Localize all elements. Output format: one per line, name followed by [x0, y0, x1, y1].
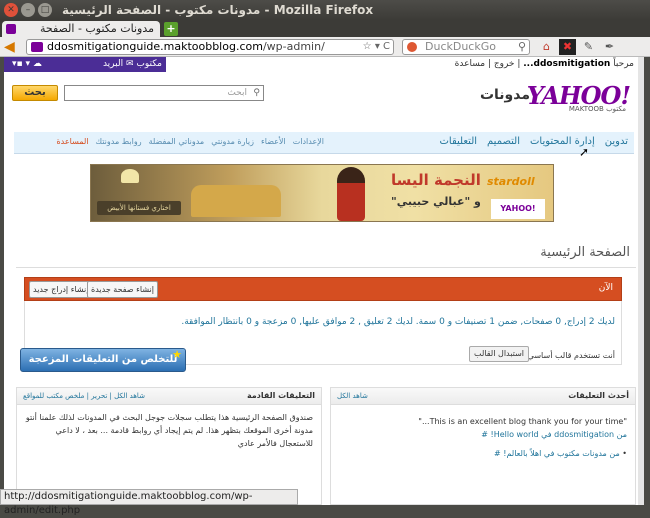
- user-links: مرحباً ddosmitigation... | خروج | مساعدة: [454, 59, 634, 69]
- yahoo-maktoob-logo[interactable]: YAHOO! MAKTOOB مكتوب مدونات: [470, 81, 631, 113]
- page-scrollbar[interactable]: [638, 57, 644, 505]
- incoming-links-panel: التعليقات القادمة شاهد الكل | تحرير | مل…: [16, 387, 322, 505]
- new-post-button[interactable]: إنشاء إدراج جديد: [29, 281, 93, 298]
- tab-bar: مدونات مكتوب - الصفحة الرئيسية +: [0, 20, 650, 51]
- recent-comments-panel: أحدث التعليقات شاهد الكل "This is an exc…: [330, 387, 636, 505]
- now-label: الآن: [598, 283, 613, 293]
- mail-link[interactable]: البريد: [103, 59, 123, 69]
- now-bar: الآن إنشاء إدراج جديد إنشاء صفحة جديدة: [24, 277, 622, 301]
- blogs-logo-text: مدونات: [479, 87, 530, 103]
- pen-icon[interactable]: ✒: [601, 39, 618, 55]
- menu-help[interactable]: المساعدة: [56, 137, 88, 146]
- banner-yahoo-badge: YAHOO! مكتوب: [491, 199, 545, 219]
- magnifier-icon: ⚲: [253, 88, 260, 98]
- url-path: /wp-admin/: [262, 40, 325, 53]
- sofa-graphic: [191, 185, 281, 217]
- stats-summary[interactable]: لديك 2 إدراج, 0 صفحات, ضمن 1 تصنيفات و 0…: [181, 317, 615, 327]
- secondary-menu: الإعدادات الأعضاء زيارة مدونتي مدوناتي ا…: [14, 137, 324, 146]
- main-menu: تدوين إدارة المحتويات التصميم التعليقات: [440, 136, 629, 147]
- search-engine-bar[interactable]: DuckDuckGo ⚲: [402, 39, 530, 55]
- close-window-button[interactable]: ✕: [4, 3, 18, 17]
- menu-comments[interactable]: التعليقات: [440, 136, 478, 147]
- url-bar[interactable]: ddosmitigationguide.maktoobblog.com/wp-a…: [26, 39, 394, 55]
- divider: [16, 267, 636, 268]
- panel-header: أحدث التعليقات شاهد الكل: [331, 388, 635, 405]
- url-tools-icon[interactable]: ☆ ▾ C: [363, 40, 390, 54]
- tools-icon[interactable]: ✎: [580, 39, 597, 55]
- status-bar: http://ddosmitigationguide.maktoobblog.c…: [0, 489, 298, 516]
- promo-label: للتخلص من التعليقات المزعجة انقرهنا: [28, 354, 178, 387]
- yahoo-brand[interactable]: مكتوب: [136, 59, 162, 69]
- menu-blog-links[interactable]: روابط مدونتك: [96, 137, 142, 146]
- minimize-window-button[interactable]: –: [21, 3, 35, 17]
- see-all-link[interactable]: شاهد الكل: [337, 392, 368, 400]
- panel-header: التعليقات القادمة شاهد الكل | تحرير | مل…: [17, 388, 321, 405]
- greeting: مرحباً: [613, 59, 634, 69]
- search-placeholder: ابحث: [227, 88, 247, 98]
- window-controls: ✕ – □: [4, 3, 52, 17]
- help-link[interactable]: مساعدة: [455, 59, 485, 69]
- menu-design[interactable]: التصميم: [487, 136, 520, 147]
- panel-links[interactable]: شاهد الكل | تحرير | ملخص مكتب للمواقع: [23, 392, 145, 400]
- stardoll-logo: stardoll: [487, 175, 535, 188]
- weather-icon: ☁ ▾ ▪▾: [12, 59, 42, 69]
- anti-spam-promo-button[interactable]: ★ للتخلص من التعليقات المزعجة انقرهنا: [20, 348, 186, 387]
- comment-item[interactable]: • من مدونات مكتوب في اهلاً بالعالم! #: [339, 447, 627, 460]
- addon-icon[interactable]: ✖: [559, 39, 576, 55]
- navigation-toolbar: ◀ ddosmitigationguide.maktoobblog.com/wp…: [0, 37, 650, 57]
- comment-meta[interactable]: من ddosmitigation في Hello world! #: [339, 428, 627, 441]
- new-tab-button[interactable]: +: [164, 22, 178, 36]
- menu-settings[interactable]: الإعدادات: [293, 137, 324, 146]
- panel-title: أحدث التعليقات: [568, 391, 629, 400]
- window-title: مدونات مكتوب - الصفحة الرئيسية - Mozilla…: [62, 3, 374, 17]
- maximize-window-button[interactable]: □: [38, 3, 52, 17]
- page-title: الصفحة الرئيسية: [540, 245, 630, 260]
- duckduckgo-icon: [407, 42, 417, 52]
- panel-title: التعليقات القادمة: [246, 391, 315, 400]
- model-graphic: [337, 167, 365, 221]
- banner-choose-dress[interactable]: اختاري فستانها الأبيض: [97, 201, 181, 215]
- yahoo-favicon-icon: [6, 24, 16, 34]
- yahoo-top-bar: مكتوب ✉ البريد ☁ ▾ ▪▾: [4, 57, 166, 72]
- menu-favorite-blogs[interactable]: مدوناتي المفضلة: [149, 137, 205, 146]
- search-icon[interactable]: ⚲: [518, 40, 526, 54]
- page-content: مكتوب ✉ البريد ☁ ▾ ▪▾ مرحباً ddosmitigat…: [4, 57, 644, 505]
- panel-body: صندوق الصفحة الرئيسية هذا يتطلب سجلات جو…: [25, 413, 313, 448]
- menu-users[interactable]: الأعضاء: [261, 137, 286, 146]
- mouse-cursor-icon: ➚: [579, 145, 590, 159]
- search-engine-placeholder: DuckDuckGo: [425, 40, 496, 53]
- comment-quote: "This is an excellent blog thank you for…: [418, 417, 627, 426]
- toolbar-icons: ⌂ ✖ ✎ ✒: [538, 39, 618, 55]
- panel-body: "This is an excellent blog thank you for…: [331, 405, 635, 466]
- site-identity-icon: [31, 42, 43, 52]
- maktoob-logo-text: MAKTOOB مكتوب: [568, 105, 626, 113]
- back-arrow-icon[interactable]: ◀: [4, 39, 15, 55]
- banner-star-line: النجمة اليسا: [391, 171, 481, 189]
- banner-song: و "عبالي حبيبي": [391, 195, 481, 208]
- menu-visit-blog[interactable]: زيارة مدونتي: [211, 137, 254, 146]
- ad-banner[interactable]: اختاري فستانها الأبيض النجمة اليسا و "عب…: [90, 164, 554, 222]
- search-input[interactable]: ابحث ⚲: [64, 85, 264, 101]
- url-domain: ddosmitigationguide.maktoobblog.com: [47, 40, 263, 53]
- tab-active[interactable]: مدونات مكتوب - الصفحة الرئيسية: [2, 21, 160, 51]
- menu-post[interactable]: تدوين: [605, 136, 628, 147]
- home-icon[interactable]: ⌂: [538, 39, 555, 55]
- search-button[interactable]: بحث: [12, 85, 58, 101]
- logout-link[interactable]: خروج: [494, 59, 515, 69]
- new-page-button[interactable]: إنشاء صفحة جديدة: [87, 281, 158, 298]
- change-theme-button[interactable]: استبدال القالب: [469, 346, 529, 362]
- window-titlebar: ✕ – □ مدونات مكتوب - الصفحة الرئيسية - M…: [0, 0, 650, 20]
- star-icon: ★: [172, 348, 182, 361]
- admin-menu: تدوين إدارة المحتويات التصميم التعليقات …: [14, 132, 634, 154]
- username-link[interactable]: ddosmitigation...: [523, 59, 610, 69]
- lamp-graphic: [121, 169, 139, 183]
